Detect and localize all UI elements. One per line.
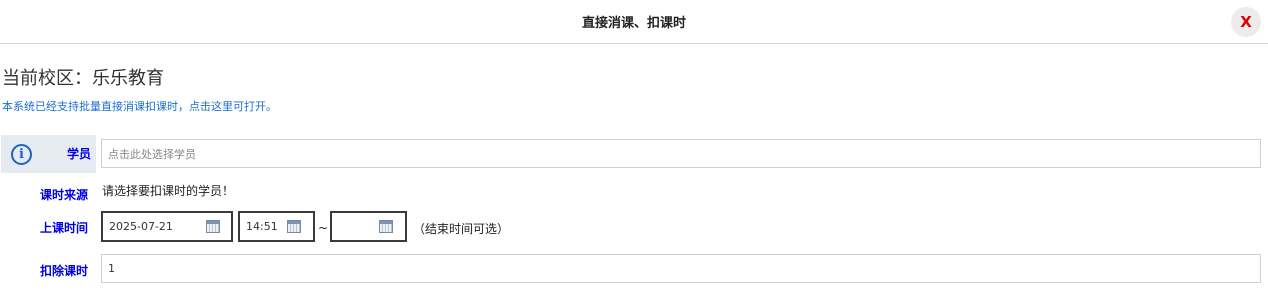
close-button[interactable]: X — [1231, 7, 1261, 37]
date-value: 2025-07-21 — [109, 220, 173, 233]
deduct-hours-value: 1 — [108, 262, 115, 275]
info-icon[interactable]: i — [11, 144, 32, 165]
start-time-input[interactable]: 14:51 — [238, 211, 315, 242]
deduct-hours-input[interactable]: 1 — [101, 254, 1261, 283]
student-input[interactable]: 点击此处选择学员 — [101, 139, 1261, 168]
time-separator: ~ — [318, 221, 329, 235]
batch-notice-link[interactable]: 本系统已经支持批量直接消课扣课时，点击这里可打开。 — [2, 98, 277, 114]
source-label: 课时来源 — [40, 188, 89, 202]
dialog-title: 直接消课、扣课时 — [581, 16, 686, 31]
calendar-icon[interactable] — [206, 220, 220, 233]
end-time-input[interactable] — [330, 211, 407, 242]
calendar-icon[interactable] — [379, 220, 393, 233]
dialog-header: 直接消课、扣课时 X — [0, 0, 1268, 44]
start-time-value: 14:51 — [246, 220, 278, 233]
end-time-hint: （结束时间可选） — [413, 222, 510, 236]
student-label: 学员 — [67, 147, 92, 161]
source-text: 请选择要扣课时的学员！ — [102, 184, 235, 198]
current-campus: 当前校区：乐乐教育 — [2, 68, 164, 89]
calendar-icon[interactable] — [287, 220, 301, 233]
time-label: 上课时间 — [40, 221, 89, 235]
deduct-label: 扣除课时 — [40, 264, 89, 278]
